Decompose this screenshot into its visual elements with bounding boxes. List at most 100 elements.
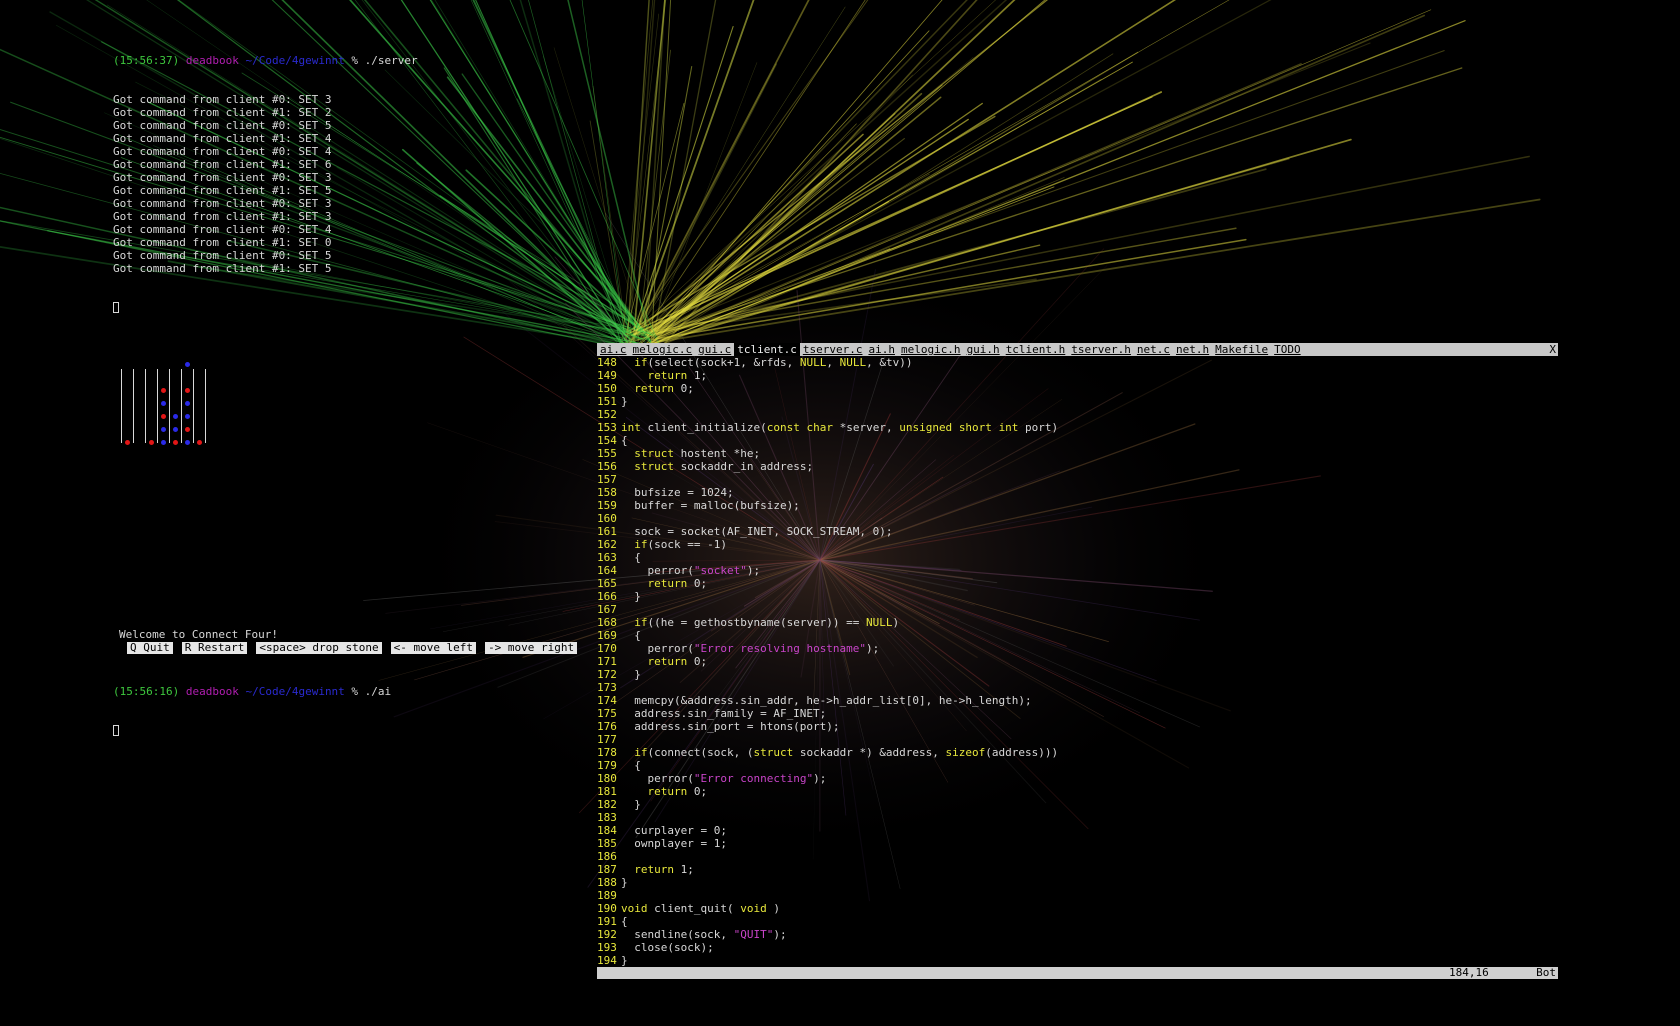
code-line: 173	[597, 681, 1558, 694]
ai-prompt: (15:56:16) deadbook ~/Code/4gewinnt % ./…	[113, 685, 392, 698]
vim-tab[interactable]: net.h	[1173, 343, 1212, 356]
red-stone	[185, 388, 190, 393]
line-number: 154	[597, 434, 617, 447]
restart-key-hint[interactable]: R Restart	[181, 642, 248, 654]
line-number: 148	[597, 356, 617, 369]
blue-stone	[173, 427, 178, 432]
red-stone	[185, 427, 190, 432]
connect-four-board[interactable]	[113, 358, 213, 450]
line-number: 165	[597, 577, 617, 590]
red-stone	[149, 440, 154, 445]
code-line: 191 {	[597, 915, 1558, 928]
code-text: if(connect(sock, (struct sockaddr *) &ad…	[634, 746, 1059, 759]
code-text: return 1;	[634, 863, 694, 876]
vim-tab[interactable]: ai.h	[865, 343, 898, 356]
blue-stone	[185, 362, 190, 367]
vim-tab[interactable]: tclient.h	[1003, 343, 1069, 356]
code-line: 157	[597, 473, 1558, 486]
code-line: 189	[597, 889, 1558, 902]
code-line: 155 struct hostent *he;	[597, 447, 1558, 460]
vim-tab[interactable]: tserver.h	[1068, 343, 1134, 356]
line-number: 186	[597, 850, 617, 863]
code-line: 148 if(select(sock+1, &rfds, NULL, NULL,…	[597, 356, 1558, 369]
line-number: 182	[597, 798, 617, 811]
line-number: 168	[597, 616, 617, 629]
blue-stone	[173, 414, 178, 419]
line-number: 183	[597, 811, 617, 824]
line-number: 161	[597, 525, 617, 538]
vim-editor[interactable]: ai.c melogic.c gui.c tclient.c tserver.c ai.h…	[597, 343, 1558, 991]
line-number: 178	[597, 746, 617, 759]
server-output-line: Got command from client #0: SET 3	[113, 171, 332, 184]
code-line: 182 }	[597, 798, 1558, 811]
code-text: perror("Error connecting");	[621, 772, 827, 785]
move-left-key-hint[interactable]: <- move left	[390, 642, 477, 654]
server-terminal[interactable]: (15:56:37) deadbook ~/Code/4gewinnt % ./…	[113, 28, 418, 327]
blue-stone	[161, 427, 166, 432]
red-stone	[173, 440, 178, 445]
vim-tab[interactable]: ai.c	[597, 343, 630, 356]
code-text: {	[621, 629, 641, 642]
board-column-divider	[193, 369, 194, 443]
vim-code-area[interactable]: 148 if(select(sock+1, &rfds, NULL, NULL,…	[597, 356, 1558, 967]
code-text: if((he = gethostbyname(server)) == NULL)	[634, 616, 900, 629]
board-column-divider	[133, 369, 134, 443]
welcome-message: Welcome to Connect Four!	[119, 628, 278, 641]
vim-tab[interactable]: tserver.c	[800, 343, 866, 356]
line-number: 163	[597, 551, 617, 564]
tab-close-button[interactable]: X	[1549, 343, 1556, 356]
server-output-line: Got command from client #0: SET 3	[113, 93, 332, 106]
server-output-line: Got command from client #1: SET 4	[113, 132, 332, 145]
code-text: {	[621, 551, 641, 564]
line-number: 167	[597, 603, 617, 616]
code-text: if(select(sock+1, &rfds, NULL, NULL, &tv…	[634, 356, 913, 369]
key-help-bar: Q Quit R Restart <space> drop stone <- move…	[127, 641, 586, 654]
code-text: }	[621, 798, 641, 811]
vim-tab[interactable]: net.c	[1134, 343, 1173, 356]
code-text: ownplayer = 1;	[621, 837, 727, 850]
move-right-key-hint[interactable]: -> move right	[485, 642, 578, 654]
code-line: 175 address.sin_family = AF_INET;	[597, 707, 1558, 720]
vim-tab[interactable]: Makefile	[1212, 343, 1271, 356]
code-line: 162 if(sock == -1)	[597, 538, 1558, 551]
code-text: address.sin_family = AF_INET;	[621, 707, 827, 720]
code-line: 154 {	[597, 434, 1558, 447]
code-text: }	[621, 590, 641, 603]
code-text: return 0;	[647, 577, 708, 590]
vim-tab[interactable]: gui.c	[695, 343, 734, 356]
code-text: address.sin_port = htons(port);	[621, 720, 840, 733]
line-number: 169	[597, 629, 617, 642]
code-line: 181 return 0;	[597, 785, 1558, 798]
server-output-line: Got command from client #0: SET 4	[113, 145, 332, 158]
code-text: {	[621, 434, 628, 447]
line-number: 185	[597, 837, 617, 850]
line-number: 156	[597, 460, 617, 473]
server-cursor-line	[113, 301, 418, 314]
ai-terminal[interactable]: (15:56:16) deadbook ~/Code/4gewinnt % ./…	[113, 659, 391, 750]
vim-tab[interactable]: melogic.c	[630, 343, 696, 356]
code-line: 149 return 1;	[597, 369, 1558, 382]
line-number: 150	[597, 382, 617, 395]
line-number: 170	[597, 642, 617, 655]
vim-tab[interactable]: TODO	[1271, 343, 1304, 356]
code-text: return 1;	[647, 369, 708, 382]
code-text: }	[621, 668, 641, 681]
vim-tab[interactable]: tclient.c	[734, 343, 800, 356]
line-number: 191	[597, 915, 617, 928]
line-number: 180	[597, 772, 617, 785]
line-number: 175	[597, 707, 617, 720]
drop-stone-key-hint[interactable]: <space> drop stone	[256, 642, 382, 654]
vim-tab[interactable]: gui.h	[964, 343, 1003, 356]
server-output-line: Got command from client #0: SET 5	[113, 249, 332, 262]
blue-stone	[161, 440, 166, 445]
code-line: 164 perror("socket");	[597, 564, 1558, 577]
quit-key-hint[interactable]: Q Quit	[127, 642, 173, 654]
code-line: 184 curplayer = 0;	[597, 824, 1558, 837]
code-line: 168 if((he = gethostbyname(server)) == N…	[597, 616, 1558, 629]
blue-stone	[185, 401, 190, 406]
status-filename: netclient.c	[623, 978, 697, 991]
code-text: memcpy(&address.sin_addr, he->h_addr_lis…	[621, 694, 1032, 707]
code-line: 170 perror("Error resolving hostname");	[597, 642, 1558, 655]
code-text: close(sock);	[621, 941, 714, 954]
vim-tab[interactable]: melogic.h	[898, 343, 964, 356]
